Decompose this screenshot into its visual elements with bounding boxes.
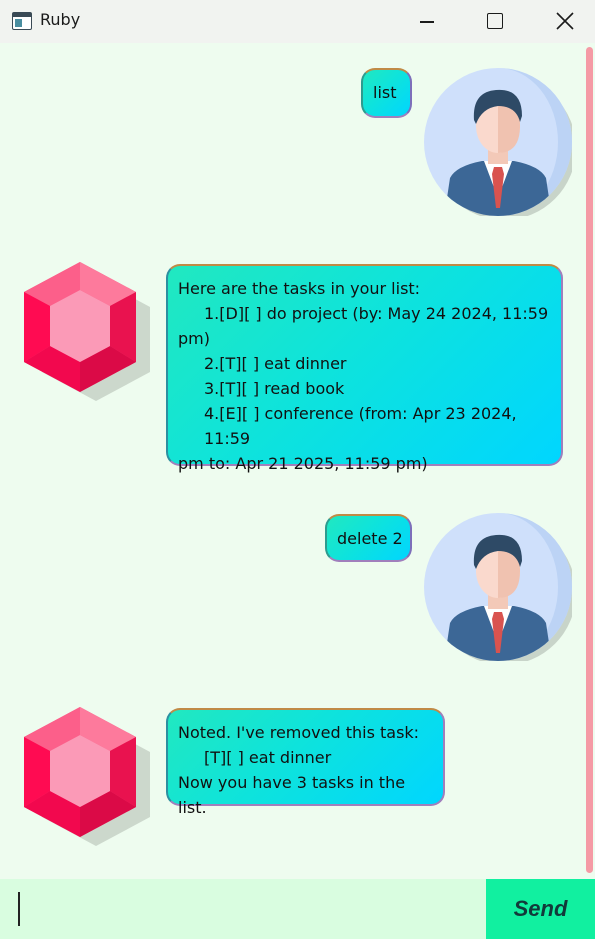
input-bar: Send — [0, 879, 595, 939]
message-line: Here are the tasks in your list: — [178, 279, 421, 298]
text-caret — [18, 892, 20, 926]
message-line: pm) — [178, 329, 210, 348]
message-line: [T][ ] eat dinner — [204, 748, 332, 767]
bot-message-bubble: Here are the tasks in your list: 1.[D][ … — [166, 264, 563, 473]
message-line: Now you have 3 tasks in the list. — [178, 773, 406, 817]
maximize-button[interactable] — [467, 0, 521, 43]
message-line: 1.[D][ ] do project (by: May 24 2024, 11… — [204, 304, 549, 323]
ruby-gem-icon — [24, 262, 150, 401]
title-bar: Ruby — [0, 0, 595, 43]
user-message-bubble: delete 2 — [325, 514, 412, 562]
bot-message-bubble: Noted. I've removed this task: [T][ ] ea… — [166, 708, 445, 817]
message-line: 4.[E][ ] conference (from: Apr 23 2024, … — [204, 404, 517, 448]
window-title: Ruby — [40, 10, 81, 29]
app-window-icon — [12, 12, 32, 30]
businessman-avatar-icon — [424, 513, 572, 661]
ruby-gem-icon — [24, 707, 150, 846]
chat-area[interactable]: list Here are the tasks in your list: 1.… — [0, 43, 583, 879]
scroll-thumb[interactable] — [586, 47, 593, 873]
message-line: list — [373, 83, 397, 102]
message-line: pm to: Apr 21 2025, 11:59 pm) — [178, 454, 428, 473]
message-line: 2.[T][ ] eat dinner — [204, 354, 347, 373]
message-line: 3.[T][ ] read book — [204, 379, 345, 398]
close-icon — [556, 12, 574, 30]
chat-scrollbar[interactable] — [584, 43, 595, 879]
send-button[interactable]: Send — [486, 879, 595, 939]
message-line: Noted. I've removed this task: — [178, 723, 420, 742]
message-line: delete 2 — [337, 529, 403, 548]
user-message-bubble: list — [361, 68, 412, 118]
message-input[interactable] — [0, 879, 486, 939]
minimize-button[interactable] — [400, 0, 454, 43]
businessman-avatar-icon — [424, 68, 572, 216]
close-button[interactable] — [538, 0, 592, 43]
